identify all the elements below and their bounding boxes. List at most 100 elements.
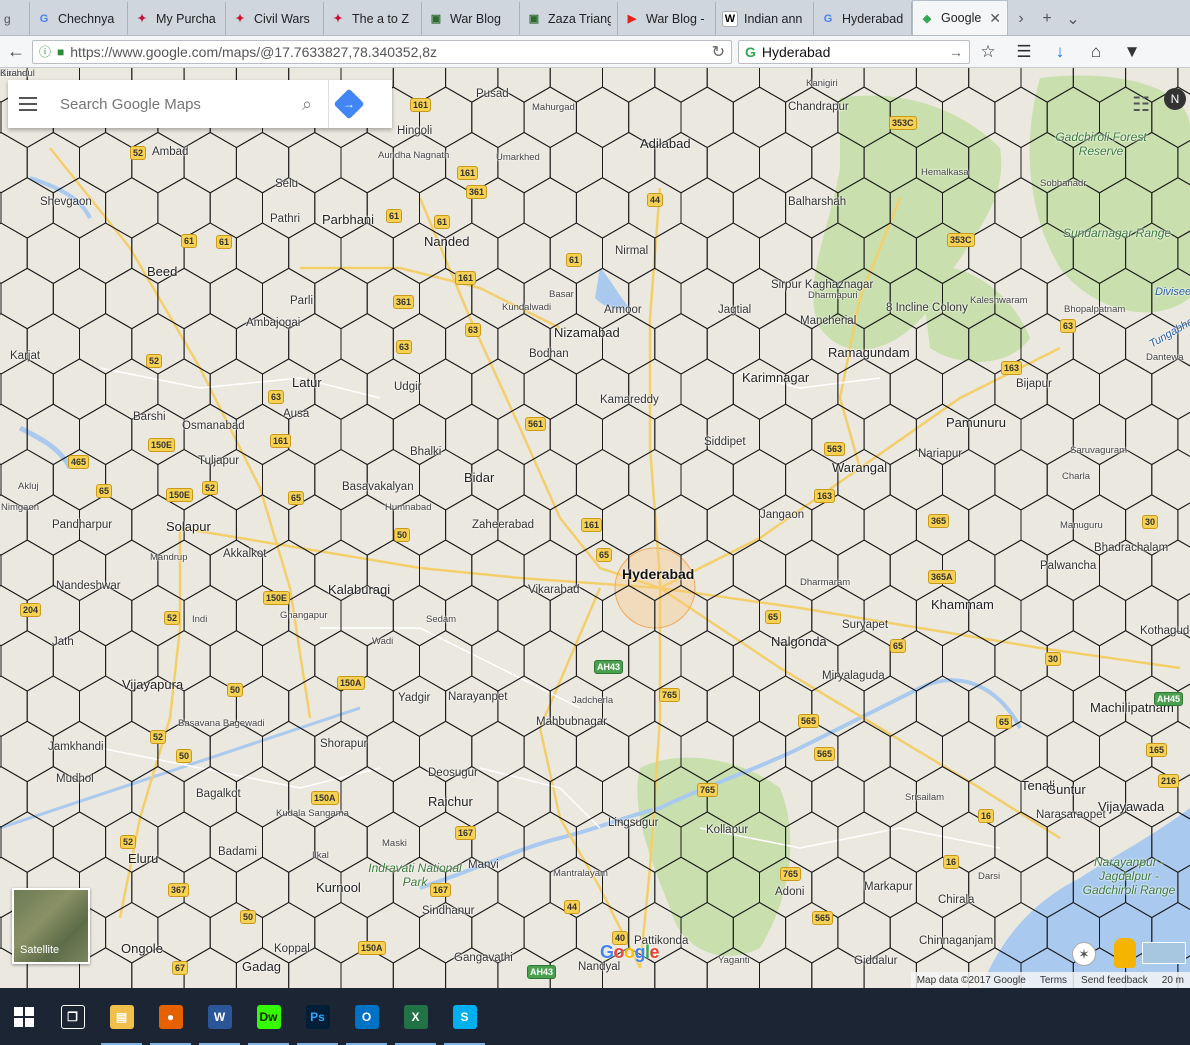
place-label[interactable]: Wadi xyxy=(372,636,393,647)
task-view-taskbar-button[interactable]: ❐ xyxy=(48,997,97,1037)
place-label[interactable]: Chinnaganjam xyxy=(919,935,993,947)
back-icon[interactable]: ← xyxy=(0,38,32,66)
address-bar[interactable]: ⓘ ■ https://www.google.com/maps/@17.7633… xyxy=(32,39,732,64)
place-label[interactable]: Bhopalpatnam xyxy=(1064,304,1125,315)
place-label[interactable]: Ghangapur xyxy=(280,610,328,621)
maps-search-box[interactable]: ⌕ → xyxy=(8,80,392,128)
place-label[interactable]: Ilkal xyxy=(312,850,329,861)
pocket-icon[interactable]: ▼ xyxy=(1114,38,1150,66)
place-label[interactable]: Humnabad xyxy=(385,502,431,513)
file-explorer-taskbar-button[interactable]: ▤ xyxy=(97,997,146,1045)
browser-tab[interactable]: ▣ Zaza Triang xyxy=(520,2,618,35)
place-label[interactable]: Saruvaguram xyxy=(1070,445,1127,456)
firefox-taskbar-button[interactable]: ● xyxy=(146,997,195,1045)
browser-tab[interactable]: g xyxy=(0,2,30,35)
place-label[interactable]: Tuljapur xyxy=(198,455,239,467)
place-label[interactable]: Akluj xyxy=(18,481,39,492)
excel-taskbar-button[interactable]: X xyxy=(391,997,440,1045)
place-label[interactable]: Karjat xyxy=(10,350,40,362)
place-label[interactable]: Sobhanadr xyxy=(1040,178,1086,189)
place-label[interactable]: Vijayawada xyxy=(1098,799,1164,814)
place-label[interactable]: Srisailam xyxy=(905,792,944,803)
browser-tab[interactable]: ✦ My Purcha xyxy=(128,2,226,35)
place-label[interactable]: Koppal xyxy=(274,943,310,955)
place-label[interactable]: Ambajogai xyxy=(246,317,300,329)
place-label[interactable]: Osmanabad xyxy=(182,420,245,432)
browser-tab[interactable]: ✦ Civil Wars xyxy=(226,2,324,35)
place-label[interactable]: Jangaon xyxy=(760,509,804,521)
place-label[interactable]: Mantralayam xyxy=(553,868,608,879)
place-label[interactable]: Parbhani xyxy=(322,212,374,227)
place-label[interactable]: Kurnool xyxy=(316,880,361,895)
place-label[interactable]: Pusad xyxy=(476,88,509,100)
place-label[interactable]: Akkalkot xyxy=(223,548,266,560)
place-label[interactable]: Deosugur xyxy=(428,767,478,779)
tab-scroll-right-icon[interactable]: › xyxy=(1008,2,1034,35)
place-label[interactable]: Narasaraopet xyxy=(1036,809,1106,821)
place-label[interactable]: Bhadrachalam xyxy=(1094,542,1168,554)
place-label[interactable]: Nizamabad xyxy=(554,325,620,340)
maps-search-input[interactable] xyxy=(60,95,298,113)
browser-tab[interactable]: W Indian ann xyxy=(716,2,814,35)
place-label[interactable]: Kaleshwaram xyxy=(970,295,1028,306)
place-label[interactable]: 8 Incline Colony xyxy=(886,302,968,314)
apps-grid-icon[interactable]: ☷ xyxy=(1132,92,1150,117)
new-tab-icon[interactable]: + xyxy=(1034,2,1060,35)
browser-tab[interactable]: ◆ Google ✕ xyxy=(912,0,1008,35)
place-label[interactable]: Markapur xyxy=(864,881,913,893)
place-label[interactable]: Basavana Bagewadi xyxy=(178,718,265,729)
place-label[interactable]: Kalaburagi xyxy=(328,582,390,597)
bookmark-star-icon[interactable]: ☆ xyxy=(970,38,1006,66)
place-label[interactable]: Miryalaguda xyxy=(822,670,885,682)
place-label[interactable]: Giddalur xyxy=(854,955,897,967)
place-label[interactable]: Bidar xyxy=(464,470,494,485)
place-label[interactable]: Bagalkot xyxy=(196,788,241,800)
place-label[interactable]: Raichur xyxy=(428,794,473,809)
send-feedback-link[interactable]: Send feedback xyxy=(1081,975,1148,986)
place-label[interactable]: Jadcherla xyxy=(572,695,613,706)
place-label[interactable]: Narayanpur -Jagdalpur -Gadchiroli Range xyxy=(1074,855,1184,897)
place-label[interactable]: Barshi xyxy=(133,411,166,423)
place-label[interactable]: Maski xyxy=(382,838,407,849)
place-label[interactable]: Zaheerabad xyxy=(472,519,534,531)
place-label[interactable]: Ramagundam xyxy=(828,345,910,360)
place-label[interactable]: Gadag xyxy=(242,959,281,974)
place-label[interactable]: Gangavathi xyxy=(454,952,513,964)
place-label[interactable]: Yadgir xyxy=(398,692,430,704)
menu-icon[interactable] xyxy=(8,97,48,111)
scale-label[interactable]: 20 m xyxy=(1162,975,1184,986)
avatar[interactable]: N xyxy=(1164,88,1186,110)
place-label[interactable]: Jath xyxy=(52,636,74,648)
place-label[interactable]: Solapur xyxy=(166,519,211,534)
directions-button[interactable]: → xyxy=(328,80,368,128)
place-label[interactable]: Latur xyxy=(292,375,322,390)
browser-search-field[interactable]: G Hyderabad → xyxy=(738,39,970,64)
place-label[interactable]: Mahbubnagar xyxy=(536,716,607,728)
search-go-icon[interactable]: → xyxy=(949,44,963,60)
place-label[interactable]: Pathri xyxy=(270,213,300,225)
place-label[interactable]: Ambad xyxy=(152,146,188,158)
place-label[interactable]: Yaganti xyxy=(718,955,750,966)
pegman-icon[interactable] xyxy=(1114,938,1136,968)
compass-icon[interactable]: ✶ xyxy=(1072,942,1096,966)
terms-link[interactable]: Terms xyxy=(1040,975,1067,986)
place-label[interactable]: Nandeshwar xyxy=(56,580,121,592)
browser-tab[interactable]: G Hyderabad xyxy=(814,2,912,35)
place-label[interactable]: Manuguru xyxy=(1060,520,1103,531)
place-label[interactable]: Kamareddy xyxy=(600,394,659,406)
place-label[interactable]: Armoor xyxy=(604,304,642,316)
satellite-toggle[interactable]: Satellite xyxy=(12,888,90,964)
place-label[interactable]: Narayanpet xyxy=(448,691,507,703)
place-label[interactable]: Pamunuru xyxy=(946,415,1006,430)
place-label[interactable]: Suryapet xyxy=(842,619,888,631)
place-label[interactable]: Karimnagar xyxy=(742,370,809,385)
place-label[interactable]: Indravati National Park xyxy=(360,861,470,889)
place-label[interactable]: Selu xyxy=(275,178,298,190)
place-label[interactable]: Nalgonda xyxy=(771,634,827,649)
browser-tab[interactable]: ▶ War Blog - xyxy=(618,2,716,35)
place-label[interactable]: Gadchiroli Forest Reserve xyxy=(1046,130,1156,158)
reading-list-icon[interactable]: ☰ xyxy=(1006,38,1042,66)
place-label[interactable]: Kundalwadi xyxy=(502,302,551,313)
map-canvas[interactable]: Hyderabad Pusad Mahurgad Hingoli Ambad Aundha… xyxy=(0,68,1190,988)
place-label[interactable]: Mandrup xyxy=(150,552,188,563)
